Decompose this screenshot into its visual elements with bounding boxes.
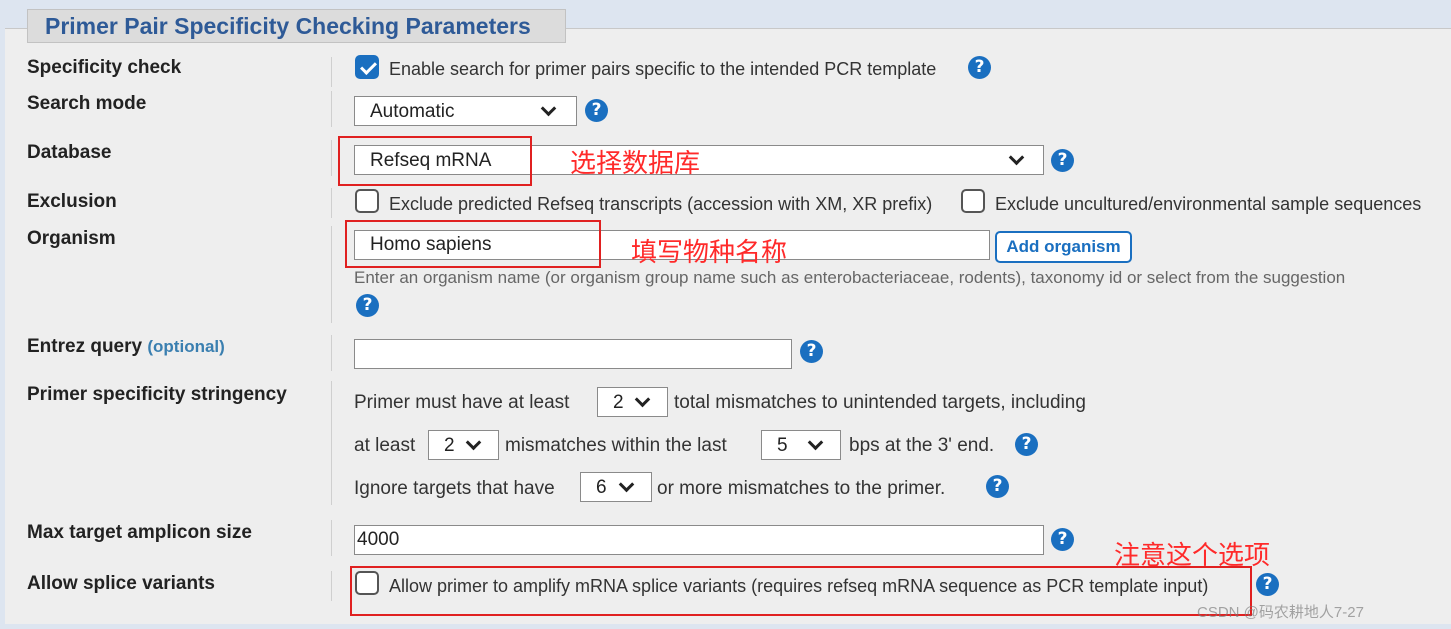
chevron-down-icon — [807, 434, 824, 451]
exclusion-label: Exclusion — [27, 191, 117, 212]
total-mismatches-select[interactable]: 2 — [597, 387, 668, 417]
optional-tag: (optional) — [147, 337, 225, 356]
stringency-line2-post: bps at the 3' end. — [849, 435, 995, 456]
stringency-line1-post: total mismatches to unintended targets, … — [674, 392, 1086, 413]
annotation-box-database — [338, 136, 532, 186]
stringency-line3-post: or more mismatches to the primer. — [657, 478, 946, 499]
specificity-check-text: Enable search for primer pairs specific … — [389, 59, 937, 79]
search-mode-value: Automatic — [370, 101, 455, 122]
organism-hint: Enter an organism name (or organism grou… — [354, 268, 1346, 287]
stringency-line3-pre: Ignore targets that have — [354, 478, 555, 499]
help-icon[interactable]: ? — [356, 294, 379, 317]
divider — [331, 335, 332, 371]
chevron-down-icon — [634, 391, 651, 408]
mismatches-select[interactable]: 2 — [428, 430, 499, 460]
ignore-mismatches-select[interactable]: 6 — [580, 472, 652, 502]
divider — [331, 140, 332, 176]
help-icon[interactable]: ? — [1015, 433, 1038, 456]
help-icon[interactable]: ? — [800, 340, 823, 363]
annotation-database: 选择数据库 — [570, 149, 701, 179]
watermark: CSDN @码农耕地人7-27 — [1197, 604, 1364, 621]
divider — [331, 381, 332, 505]
annotation-box-organism — [345, 220, 601, 268]
stringency-line2-mid: mismatches within the last — [505, 435, 727, 456]
help-icon[interactable]: ? — [1051, 528, 1074, 551]
search-mode-select[interactable]: Automatic — [354, 96, 577, 126]
divider — [331, 226, 332, 323]
stringency-line2-pre: at least — [354, 435, 416, 456]
chevron-down-icon — [540, 100, 557, 117]
entrez-query-label-text: Entrez query — [27, 336, 143, 357]
chevron-down-icon — [618, 476, 635, 493]
annotation-splice: 注意这个选项 — [1114, 541, 1271, 571]
add-organism-button[interactable]: Add organism — [995, 231, 1132, 263]
stringency-line1-pre: Primer must have at least — [354, 392, 570, 413]
exclude-predicted-text: Exclude predicted Refseq transcripts (ac… — [389, 194, 933, 214]
help-icon[interactable]: ? — [1051, 149, 1074, 172]
help-icon[interactable]: ? — [585, 99, 608, 122]
help-icon[interactable]: ? — [986, 475, 1009, 498]
database-label: Database — [27, 142, 112, 163]
exclude-uncultured-text: Exclude uncultured/environmental sample … — [995, 194, 1422, 214]
ignore-mismatches-value: 6 — [596, 477, 607, 498]
chevron-down-icon — [465, 434, 482, 451]
max-amplicon-label: Max target amplicon size — [27, 522, 252, 543]
annotation-box-splice — [350, 566, 1252, 616]
exclude-uncultured-checkbox[interactable] — [961, 189, 985, 213]
splice-variants-label: Allow splice variants — [27, 573, 215, 594]
organism-label: Organism — [27, 228, 116, 249]
stringency-label: Primer specificity stringency — [27, 384, 287, 405]
search-mode-label: Search mode — [27, 93, 147, 114]
chevron-down-icon — [1008, 149, 1025, 166]
specificity-checkbox[interactable] — [355, 55, 379, 79]
divider — [331, 571, 332, 601]
last-bps-value: 5 — [777, 435, 788, 456]
help-icon[interactable]: ? — [968, 56, 991, 79]
total-mismatches-value: 2 — [613, 392, 624, 413]
section-title: Primer Pair Specificity Checking Paramet… — [27, 9, 566, 43]
mismatches-value: 2 — [444, 435, 455, 456]
last-bps-select[interactable]: 5 — [761, 430, 841, 460]
entrez-query-label: Entrez query (optional) — [27, 336, 225, 358]
divider — [331, 520, 332, 556]
entrez-query-input[interactable] — [354, 339, 792, 369]
annotation-organism: 填写物种名称 — [631, 238, 788, 268]
exclude-predicted-checkbox[interactable] — [355, 189, 379, 213]
max-amplicon-input[interactable]: 4000 — [354, 525, 1044, 555]
divider — [331, 57, 332, 87]
specificity-check-label: Specificity check — [27, 57, 182, 78]
divider — [331, 91, 332, 127]
divider — [331, 188, 332, 218]
help-icon[interactable]: ? — [1256, 573, 1279, 596]
